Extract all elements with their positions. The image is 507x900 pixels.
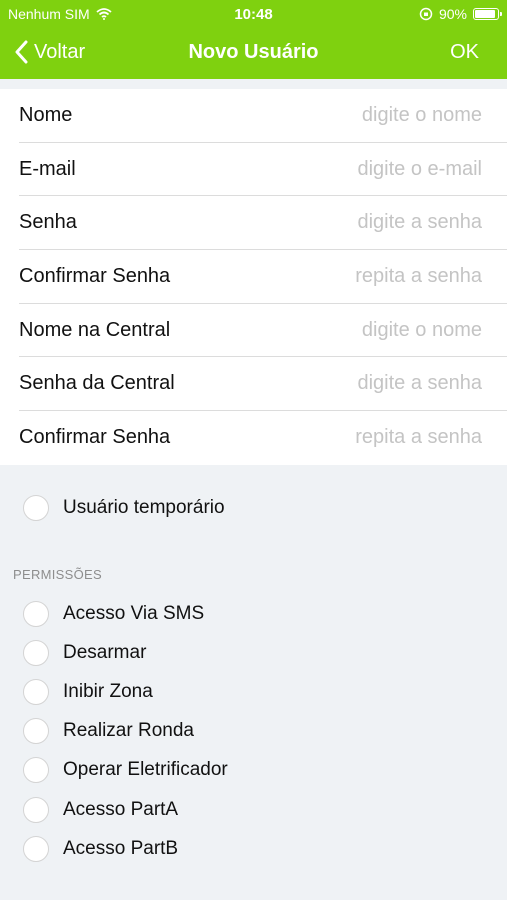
permission-disarm[interactable]: Desarmar <box>23 633 228 672</box>
field-label: Senha da Central <box>19 372 175 395</box>
field-central-password: Senha da Central <box>19 357 507 412</box>
permission-label: Acesso PartA <box>63 798 179 820</box>
permission-part-a[interactable]: Acesso PartA <box>23 790 228 829</box>
permission-inhibit-zone[interactable]: Inibir Zona <box>23 672 228 711</box>
battery-icon <box>473 8 502 20</box>
central-password-input[interactable] <box>282 372 482 396</box>
field-label: Nome na Central <box>19 318 171 341</box>
password-input[interactable] <box>282 211 482 235</box>
back-button[interactable]: Voltar <box>14 40 85 64</box>
circle-checkbox-icon <box>23 495 49 521</box>
field-label: E-mail <box>19 157 76 180</box>
circle-checkbox-icon <box>23 678 49 705</box>
circle-checkbox-icon <box>23 835 49 862</box>
confirm-central-password-input[interactable] <box>282 426 482 450</box>
temporary-user-checkbox[interactable]: Usuário temporário <box>23 495 225 521</box>
field-label: Confirmar Senha <box>19 264 171 287</box>
permission-label: Acesso PartB <box>63 837 179 859</box>
permission-label: Operar Eletrificador <box>63 759 228 781</box>
confirm-password-input[interactable] <box>282 264 482 288</box>
circle-checkbox-icon <box>23 600 49 627</box>
circle-checkbox-icon <box>23 757 49 784</box>
orientation-lock-icon <box>419 7 433 21</box>
status-bar: Nenhum SIM 10:48 90% <box>0 0 507 28</box>
permission-label: Desarmar <box>63 641 147 663</box>
field-confirm-password: Confirmar Senha <box>19 250 507 304</box>
chevron-left-icon <box>15 40 28 64</box>
permission-part-b[interactable]: Acesso PartB <box>23 829 228 868</box>
circle-checkbox-icon <box>23 796 49 823</box>
email-input[interactable] <box>282 157 482 181</box>
permissions-header: PERMISSÕES <box>13 567 102 582</box>
ok-button[interactable]: OK <box>450 41 479 64</box>
navigation-bar: Voltar Novo Usuário OK <box>0 28 507 79</box>
central-name-input[interactable] <box>282 318 482 342</box>
permissions-list: Acesso Via SMS Desarmar Inibir Zona Real… <box>23 594 228 868</box>
field-label: Confirmar Senha <box>19 426 171 449</box>
circle-checkbox-icon <box>23 718 49 745</box>
field-central-name: Nome na Central <box>19 304 507 358</box>
permission-patrol[interactable]: Realizar Ronda <box>23 712 228 751</box>
field-name: Nome <box>19 89 507 143</box>
name-input[interactable] <box>282 103 482 127</box>
permission-label: Inibir Zona <box>63 680 153 702</box>
field-email: E-mail <box>19 143 507 197</box>
permission-label: Acesso Via SMS <box>63 602 205 624</box>
checkbox-label: Usuário temporário <box>63 497 225 518</box>
top-bar: Nenhum SIM 10:48 90% Voltar Novo Usuário… <box>0 0 507 79</box>
permission-sms-access[interactable]: Acesso Via SMS <box>23 594 228 633</box>
field-label: Nome <box>19 103 73 126</box>
field-confirm-central-password: Confirmar Senha <box>19 411 507 465</box>
permission-label: Realizar Ronda <box>63 720 194 742</box>
status-right: 90% <box>419 6 502 22</box>
permission-electrifier[interactable]: Operar Eletrificador <box>23 751 228 790</box>
back-label: Voltar <box>34 40 86 63</box>
field-password: Senha <box>19 196 507 251</box>
field-label: Senha <box>19 211 77 234</box>
battery-percent: 90% <box>438 6 467 22</box>
user-form: Nome E-mail Senha Confirmar Senha Nome n… <box>0 89 507 465</box>
circle-checkbox-icon <box>23 639 49 666</box>
